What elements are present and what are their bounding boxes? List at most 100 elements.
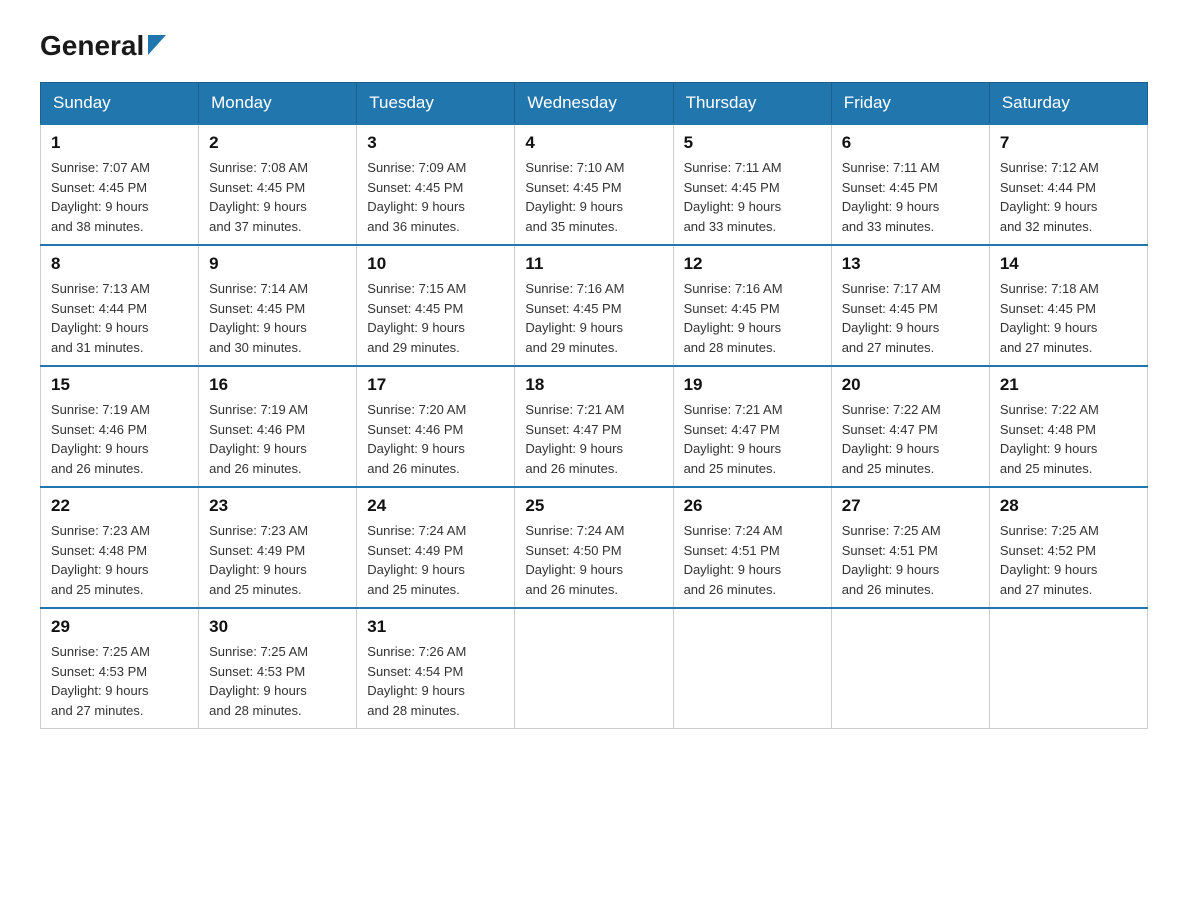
- column-header-sunday: Sunday: [41, 83, 199, 125]
- calendar-cell: [673, 608, 831, 729]
- calendar-cell: 10 Sunrise: 7:15 AM Sunset: 4:45 PM Dayl…: [357, 245, 515, 366]
- day-info: Sunrise: 7:19 AM Sunset: 4:46 PM Dayligh…: [209, 400, 346, 478]
- calendar-cell: 24 Sunrise: 7:24 AM Sunset: 4:49 PM Dayl…: [357, 487, 515, 608]
- calendar-cell: 26 Sunrise: 7:24 AM Sunset: 4:51 PM Dayl…: [673, 487, 831, 608]
- day-number: 25: [525, 496, 662, 516]
- day-info: Sunrise: 7:25 AM Sunset: 4:51 PM Dayligh…: [842, 521, 979, 599]
- day-number: 3: [367, 133, 504, 153]
- column-header-friday: Friday: [831, 83, 989, 125]
- day-number: 23: [209, 496, 346, 516]
- day-number: 28: [1000, 496, 1137, 516]
- day-info: Sunrise: 7:22 AM Sunset: 4:48 PM Dayligh…: [1000, 400, 1137, 478]
- day-number: 26: [684, 496, 821, 516]
- day-number: 12: [684, 254, 821, 274]
- calendar-cell: 5 Sunrise: 7:11 AM Sunset: 4:45 PM Dayli…: [673, 124, 831, 245]
- day-info: Sunrise: 7:15 AM Sunset: 4:45 PM Dayligh…: [367, 279, 504, 357]
- calendar-week-row: 1 Sunrise: 7:07 AM Sunset: 4:45 PM Dayli…: [41, 124, 1148, 245]
- calendar-cell: 23 Sunrise: 7:23 AM Sunset: 4:49 PM Dayl…: [199, 487, 357, 608]
- day-info: Sunrise: 7:11 AM Sunset: 4:45 PM Dayligh…: [842, 158, 979, 236]
- day-number: 14: [1000, 254, 1137, 274]
- calendar-cell: 29 Sunrise: 7:25 AM Sunset: 4:53 PM Dayl…: [41, 608, 199, 729]
- calendar-cell: 19 Sunrise: 7:21 AM Sunset: 4:47 PM Dayl…: [673, 366, 831, 487]
- day-number: 1: [51, 133, 188, 153]
- column-header-saturday: Saturday: [989, 83, 1147, 125]
- calendar-week-row: 8 Sunrise: 7:13 AM Sunset: 4:44 PM Dayli…: [41, 245, 1148, 366]
- column-header-wednesday: Wednesday: [515, 83, 673, 125]
- day-info: Sunrise: 7:12 AM Sunset: 4:44 PM Dayligh…: [1000, 158, 1137, 236]
- day-info: Sunrise: 7:13 AM Sunset: 4:44 PM Dayligh…: [51, 279, 188, 357]
- column-header-monday: Monday: [199, 83, 357, 125]
- day-info: Sunrise: 7:24 AM Sunset: 4:51 PM Dayligh…: [684, 521, 821, 599]
- calendar-week-row: 22 Sunrise: 7:23 AM Sunset: 4:48 PM Dayl…: [41, 487, 1148, 608]
- day-number: 9: [209, 254, 346, 274]
- calendar-cell: 21 Sunrise: 7:22 AM Sunset: 4:48 PM Dayl…: [989, 366, 1147, 487]
- day-number: 11: [525, 254, 662, 274]
- day-info: Sunrise: 7:08 AM Sunset: 4:45 PM Dayligh…: [209, 158, 346, 236]
- calendar-cell: 13 Sunrise: 7:17 AM Sunset: 4:45 PM Dayl…: [831, 245, 989, 366]
- calendar-cell: 16 Sunrise: 7:19 AM Sunset: 4:46 PM Dayl…: [199, 366, 357, 487]
- calendar-cell: 6 Sunrise: 7:11 AM Sunset: 4:45 PM Dayli…: [831, 124, 989, 245]
- calendar-cell: 3 Sunrise: 7:09 AM Sunset: 4:45 PM Dayli…: [357, 124, 515, 245]
- day-number: 22: [51, 496, 188, 516]
- day-info: Sunrise: 7:25 AM Sunset: 4:53 PM Dayligh…: [209, 642, 346, 720]
- day-info: Sunrise: 7:21 AM Sunset: 4:47 PM Dayligh…: [525, 400, 662, 478]
- day-number: 10: [367, 254, 504, 274]
- calendar-cell: 22 Sunrise: 7:23 AM Sunset: 4:48 PM Dayl…: [41, 487, 199, 608]
- day-info: Sunrise: 7:22 AM Sunset: 4:47 PM Dayligh…: [842, 400, 979, 478]
- day-info: Sunrise: 7:21 AM Sunset: 4:47 PM Dayligh…: [684, 400, 821, 478]
- calendar-header-row: SundayMondayTuesdayWednesdayThursdayFrid…: [41, 83, 1148, 125]
- day-number: 20: [842, 375, 979, 395]
- calendar-cell: 27 Sunrise: 7:25 AM Sunset: 4:51 PM Dayl…: [831, 487, 989, 608]
- calendar-cell: [831, 608, 989, 729]
- logo-arrow-icon: [148, 35, 166, 60]
- day-info: Sunrise: 7:25 AM Sunset: 4:52 PM Dayligh…: [1000, 521, 1137, 599]
- calendar-cell: 18 Sunrise: 7:21 AM Sunset: 4:47 PM Dayl…: [515, 366, 673, 487]
- calendar-cell: 15 Sunrise: 7:19 AM Sunset: 4:46 PM Dayl…: [41, 366, 199, 487]
- calendar-cell: 25 Sunrise: 7:24 AM Sunset: 4:50 PM Dayl…: [515, 487, 673, 608]
- calendar-cell: 20 Sunrise: 7:22 AM Sunset: 4:47 PM Dayl…: [831, 366, 989, 487]
- day-number: 30: [209, 617, 346, 637]
- day-info: Sunrise: 7:23 AM Sunset: 4:49 PM Dayligh…: [209, 521, 346, 599]
- calendar-cell: 11 Sunrise: 7:16 AM Sunset: 4:45 PM Dayl…: [515, 245, 673, 366]
- day-info: Sunrise: 7:07 AM Sunset: 4:45 PM Dayligh…: [51, 158, 188, 236]
- day-number: 27: [842, 496, 979, 516]
- calendar-cell: [989, 608, 1147, 729]
- calendar-cell: 1 Sunrise: 7:07 AM Sunset: 4:45 PM Dayli…: [41, 124, 199, 245]
- day-info: Sunrise: 7:19 AM Sunset: 4:46 PM Dayligh…: [51, 400, 188, 478]
- logo: General: [40, 30, 166, 62]
- calendar-cell: 4 Sunrise: 7:10 AM Sunset: 4:45 PM Dayli…: [515, 124, 673, 245]
- calendar-cell: 9 Sunrise: 7:14 AM Sunset: 4:45 PM Dayli…: [199, 245, 357, 366]
- logo-general-text: General: [40, 30, 144, 62]
- day-number: 17: [367, 375, 504, 395]
- day-info: Sunrise: 7:16 AM Sunset: 4:45 PM Dayligh…: [525, 279, 662, 357]
- day-number: 4: [525, 133, 662, 153]
- day-info: Sunrise: 7:18 AM Sunset: 4:45 PM Dayligh…: [1000, 279, 1137, 357]
- day-info: Sunrise: 7:23 AM Sunset: 4:48 PM Dayligh…: [51, 521, 188, 599]
- day-info: Sunrise: 7:11 AM Sunset: 4:45 PM Dayligh…: [684, 158, 821, 236]
- day-number: 7: [1000, 133, 1137, 153]
- day-info: Sunrise: 7:26 AM Sunset: 4:54 PM Dayligh…: [367, 642, 504, 720]
- calendar-cell: 17 Sunrise: 7:20 AM Sunset: 4:46 PM Dayl…: [357, 366, 515, 487]
- day-info: Sunrise: 7:17 AM Sunset: 4:45 PM Dayligh…: [842, 279, 979, 357]
- calendar-week-row: 15 Sunrise: 7:19 AM Sunset: 4:46 PM Dayl…: [41, 366, 1148, 487]
- day-number: 8: [51, 254, 188, 274]
- day-info: Sunrise: 7:25 AM Sunset: 4:53 PM Dayligh…: [51, 642, 188, 720]
- calendar-cell: 7 Sunrise: 7:12 AM Sunset: 4:44 PM Dayli…: [989, 124, 1147, 245]
- day-number: 5: [684, 133, 821, 153]
- day-info: Sunrise: 7:14 AM Sunset: 4:45 PM Dayligh…: [209, 279, 346, 357]
- page-header: General: [40, 30, 1148, 62]
- day-number: 31: [367, 617, 504, 637]
- day-number: 6: [842, 133, 979, 153]
- calendar-cell: 28 Sunrise: 7:25 AM Sunset: 4:52 PM Dayl…: [989, 487, 1147, 608]
- day-info: Sunrise: 7:20 AM Sunset: 4:46 PM Dayligh…: [367, 400, 504, 478]
- calendar-week-row: 29 Sunrise: 7:25 AM Sunset: 4:53 PM Dayl…: [41, 608, 1148, 729]
- day-number: 18: [525, 375, 662, 395]
- day-number: 19: [684, 375, 821, 395]
- column-header-thursday: Thursday: [673, 83, 831, 125]
- day-number: 16: [209, 375, 346, 395]
- calendar-cell: 2 Sunrise: 7:08 AM Sunset: 4:45 PM Dayli…: [199, 124, 357, 245]
- day-number: 21: [1000, 375, 1137, 395]
- calendar-table: SundayMondayTuesdayWednesdayThursdayFrid…: [40, 82, 1148, 729]
- day-info: Sunrise: 7:16 AM Sunset: 4:45 PM Dayligh…: [684, 279, 821, 357]
- day-info: Sunrise: 7:09 AM Sunset: 4:45 PM Dayligh…: [367, 158, 504, 236]
